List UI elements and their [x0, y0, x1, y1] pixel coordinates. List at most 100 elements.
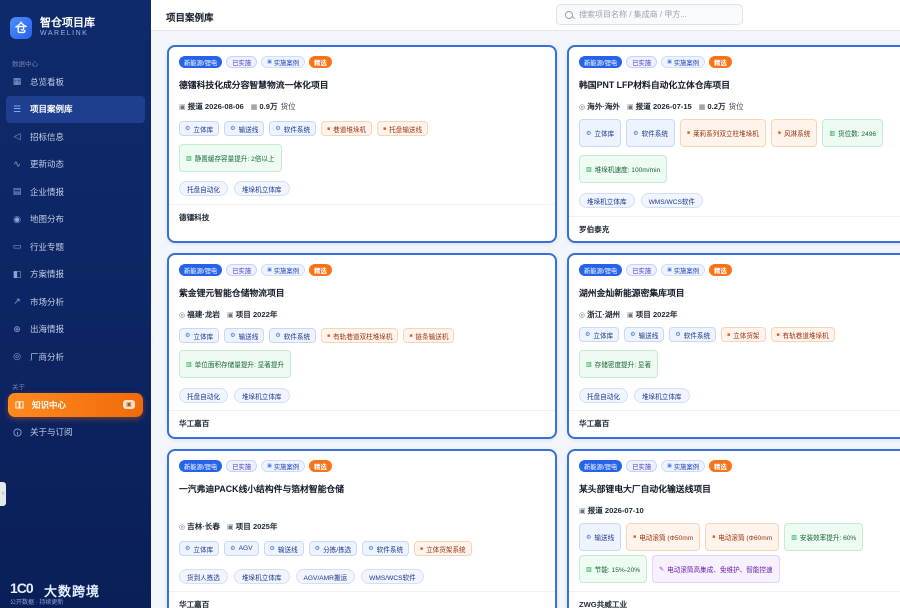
sidebar-item-knowledge[interactable]: 知识中心 ▣	[8, 392, 143, 417]
keyword-tag[interactable]: WMS/WCS软件	[640, 193, 704, 208]
collapse-handle[interactable]: ‹	[0, 482, 6, 506]
category-tag: 新能源/锂电	[179, 56, 223, 68]
search-box[interactable]	[556, 4, 743, 25]
keyword-tag[interactable]: 堆垛机立体库	[233, 181, 290, 196]
meta-item: ▣ 项目 2022年	[227, 309, 277, 320]
sidebar-item-4[interactable]: ▤ 企业情报	[0, 178, 151, 206]
sidebar-item-3[interactable]: ∿ 更新动态	[0, 151, 151, 179]
featured-badge: 精选	[709, 460, 732, 472]
meta-text: 项目 2025年	[235, 522, 278, 531]
footer-logo: 1C0 大数跨境 公开数据 · 持续更新	[8, 580, 148, 606]
sidebar-item-2[interactable]: ◁ 招标信息	[0, 123, 151, 151]
case-card[interactable]: 新能源/锂电已实施实施案例精选韩国PNT LFP材料自动化立体仓库项目 ◎海外·海…	[567, 45, 900, 243]
database-icon: ☰	[12, 103, 22, 114]
card-title[interactable]: 某头部锂电大厂自动化输送线项目	[579, 482, 711, 495]
meta-item: ▣ 项目 2025年	[227, 521, 277, 532]
equipment-chip: 软件系统	[269, 328, 317, 343]
equipment-chip: 有轨巷道双柱堆垛机	[321, 328, 399, 343]
card-title[interactable]: 紫金锂元智能仓储物流项目	[179, 286, 285, 299]
brand[interactable]: 仓 智仓项目库 WARELINK	[0, 0, 151, 46]
case-card[interactable]: 新能源/锂电已实施实施案例精选一汽弗迪PACK线小结构件与箔材智能仓储 ◎吉林·长…	[167, 449, 557, 608]
keyword-tags: 托盘自动化 堆垛机立体库	[179, 388, 290, 403]
equipment-chip: 软件系统	[362, 541, 410, 556]
sidebar-item-0[interactable]: ▦ 总览看板	[0, 68, 151, 96]
status-badge: 已实施	[226, 460, 258, 472]
sidebar-item-5[interactable]: ◉ 地图分布	[0, 206, 151, 234]
equipment-chip: 巷道堆垛机	[321, 121, 373, 136]
keyword-tag[interactable]: 货到人拣选	[179, 569, 228, 584]
card-title[interactable]: 德镭科技化成分容智慧物流一体化项目	[179, 78, 329, 91]
sidebar-item-about[interactable]: 关于与订阅	[0, 419, 151, 447]
equipment-chip: 货位数: 2496	[822, 119, 884, 147]
category-tag: 新能源/锂电	[579, 460, 623, 472]
keyword-tag[interactable]: WMS/WCS软件	[361, 569, 424, 584]
status-badge: 已实施	[226, 264, 258, 276]
equipment-chips: 立体库输送线软件系统巷道堆垛机托盘输送线	[179, 121, 429, 136]
integrator-name[interactable]: ZWG共威工业	[579, 599, 627, 608]
info-icon	[12, 427, 22, 437]
equipment-chips: 立体库软件系统莱莉系列双立柱堆垛机风淋系统货位数: 2496	[579, 119, 884, 147]
sidebar-item-1[interactable]: ☰ 项目案例库	[6, 95, 145, 123]
sidebar-item-9[interactable]: ⊕ 出海情报	[0, 316, 151, 344]
meta-text: 浙江·湖州	[587, 310, 621, 319]
equipment-chip: 立体货架	[721, 327, 766, 342]
card-title[interactable]: 湖州金灿新能源密集库项目	[579, 286, 685, 299]
card-title[interactable]: 韩国PNT LFP材料自动化立体仓库项目	[579, 78, 730, 91]
meta-suffix: 货位	[728, 102, 744, 111]
integrator-name[interactable]: 华工嘉百	[579, 418, 609, 429]
meta-text: 海外·海外	[587, 102, 621, 111]
keyword-tag[interactable]: 堆垛机立体库	[633, 388, 690, 403]
equipment-chip: 输送线	[224, 121, 265, 136]
sidebar-item-10[interactable]: ◎ 厂商分析	[0, 343, 151, 371]
category-tag: 新能源/锂电	[579, 56, 623, 68]
card-meta: ◎ 吉林·长春 ▣ 项目 2025年	[179, 521, 277, 532]
meta-item: ▦ 0.2万 货位	[699, 101, 744, 112]
keyword-tag[interactable]: 托盘自动化	[179, 388, 228, 403]
case-card[interactable]: 新能源/锂电已实施实施案例精选某头部锂电大厂自动化输送线项目 ▣报道 2026-0…	[567, 449, 900, 608]
card-divider	[169, 410, 555, 411]
integrator-name[interactable]: 华工嘉百	[179, 418, 209, 429]
sidebar-item-6[interactable]: ▭ 行业专题	[0, 233, 151, 261]
sidebar-item-8[interactable]: ↗ 市场分析	[0, 288, 151, 316]
sidebar-item-label: 方案情报	[30, 269, 65, 280]
equipment-chip: 立体库	[179, 121, 220, 136]
megaphone-icon: ◁	[13, 131, 21, 142]
keyword-tag[interactable]: 堆垛机立体库	[233, 388, 290, 403]
equipment-chip: 输送线	[624, 327, 665, 342]
integrator-name[interactable]: 华工嘉百	[179, 599, 209, 608]
equipment-chip: 安装效率提升: 60%	[784, 523, 864, 551]
card-divider	[169, 591, 555, 592]
keyword-tag[interactable]: AGV/AMR搬运	[295, 569, 356, 584]
case-card[interactable]: 新能源/锂电已实施实施案例精选德镭科技化成分容智慧物流一体化项目 ▣报道 2026…	[167, 45, 557, 243]
keyword-tag[interactable]: 堆垛机立体库	[233, 569, 290, 584]
equipment-chip: 分拣/拣选	[308, 541, 358, 556]
sidebar-item-label: 出海情报	[30, 324, 65, 335]
metric-chip: 堆垛机速度: 100m/min	[579, 155, 668, 183]
equipment-chip: 莱莉系列双立柱堆垛机	[679, 119, 766, 147]
card-tags: 新能源/锂电已实施实施案例精选	[179, 460, 332, 472]
integrator-name[interactable]: 罗伯泰克	[579, 224, 609, 235]
meta-icon: ▣	[579, 508, 586, 515]
case-type-tag: 实施案例	[261, 56, 306, 68]
integrator-name[interactable]: 德镭科技	[179, 212, 209, 223]
card-title[interactable]: 一汽弗迪PACK线小结构件与箔材智能仓储	[179, 482, 344, 495]
keyword-tag[interactable]: 堆垛机立体库	[579, 193, 635, 208]
knowledge-badge: ▣	[123, 399, 135, 409]
card-tags: 新能源/锂电已实施实施案例精选	[179, 264, 332, 276]
keyword-tags: 托盘自动化 堆垛机立体库	[179, 181, 290, 196]
case-card[interactable]: 新能源/锂电已实施实施案例精选湖州金灿新能源密集库项目 ◎浙江·湖州 ▣项目 202…	[567, 253, 900, 439]
activity-icon: ∿	[13, 158, 21, 169]
search-icon	[565, 10, 573, 19]
keyword-tag[interactable]: 托盘自动化	[579, 388, 628, 403]
meta-icon: ▣	[179, 104, 186, 111]
case-card[interactable]: 新能源/锂电已实施实施案例精选紫金锂元智能仓储物流项目 ◎福建·龙岩 ▣项目 202…	[167, 253, 557, 439]
meta-text: 报道 2026-07-10	[587, 506, 644, 515]
search-input[interactable]	[579, 10, 739, 19]
sidebar-item-7[interactable]: ◧ 方案情报	[0, 261, 151, 289]
building-icon: ▤	[12, 186, 22, 197]
equipment-chips: 立体库输送线软件系统有轨巷道双柱堆垛机链条输送机	[179, 328, 455, 343]
dashboard-icon: ▦	[12, 76, 22, 87]
metric-chips: 存储密度提升: 显著	[579, 350, 659, 378]
keyword-tag[interactable]: 托盘自动化	[179, 181, 228, 196]
meta-item: ◎ 浙江·湖州	[579, 309, 620, 320]
